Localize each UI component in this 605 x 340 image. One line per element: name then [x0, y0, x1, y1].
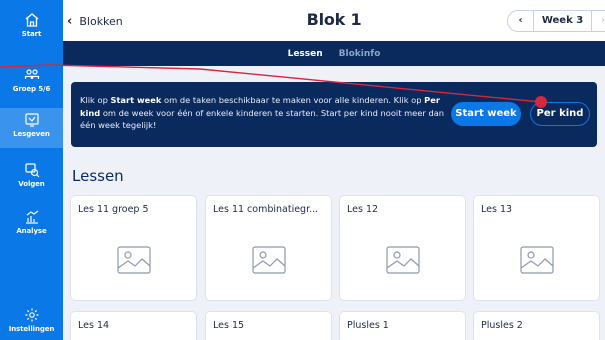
image-placeholder-icon	[386, 246, 420, 274]
lesson-card-title: Les 13	[481, 204, 513, 215]
top-bar: ‹ Blokken Blok 1 ‹ Week 3 ›	[63, 0, 605, 41]
week-label: Week 3	[534, 11, 592, 31]
sidebar-item-instellingen[interactable]: Instellingen	[0, 303, 63, 340]
sidebar: Start Groep 5/6 Lesgeven Volgen Analyse …	[0, 0, 63, 340]
sidebar-item-analyse[interactable]: Analyse	[0, 205, 63, 243]
sidebar-item-volgen[interactable]: Volgen	[0, 158, 63, 196]
lesson-card[interactable]: Les 11 groep 5	[71, 196, 196, 300]
lesson-card-title: Les 15	[213, 320, 245, 331]
tab-lessen[interactable]: Lessen	[280, 49, 331, 59]
lesson-card-title: Les 12	[347, 204, 379, 215]
sidebar-item-start[interactable]: Start	[0, 8, 63, 46]
lesson-card[interactable]: Les 13	[474, 196, 599, 300]
lessen-heading: Lessen	[72, 167, 124, 185]
home-icon	[25, 13, 38, 27]
sidebar-item-label: Start	[21, 30, 42, 38]
banner-text: Klik op Start week om de taken beschikba…	[80, 95, 445, 130]
sidebar-item-label: Volgen	[18, 180, 45, 188]
per-kind-button[interactable]: Per kind	[530, 102, 590, 126]
sidebar-item-label: Lesgeven	[13, 130, 50, 138]
lesson-card-title: Les 11 combinatiegr...	[213, 204, 319, 215]
lesson-card-title: Plusles 1	[347, 320, 389, 331]
lesson-card-title: Les 11 groep 5	[78, 204, 149, 215]
image-placeholder-icon	[252, 246, 286, 274]
analysis-icon	[25, 210, 38, 224]
lesson-card[interactable]: Les 14	[71, 312, 196, 340]
gear-icon	[25, 308, 38, 322]
sidebar-item-label: Instellingen	[8, 325, 55, 333]
week-navigator: ‹ Week 3 ›	[507, 10, 605, 32]
sidebar-item-groep[interactable]: Groep 5/6	[0, 63, 63, 101]
start-week-banner: Klik op Start week om de taken beschikba…	[71, 82, 597, 147]
previous-week-button[interactable]: ‹	[508, 11, 534, 31]
next-week-button[interactable]: ›	[592, 11, 605, 31]
lesson-card[interactable]: Les 12	[340, 196, 465, 300]
follow-icon	[24, 163, 39, 178]
tab-blokinfo[interactable]: Blokinfo	[331, 49, 389, 59]
lesson-card-title: Les 14	[78, 320, 110, 331]
sidebar-item-label: Groep 5/6	[12, 85, 51, 93]
lesson-card[interactable]: Plusles 2	[474, 312, 599, 340]
sidebar-item-lesgeven[interactable]: Lesgeven	[0, 108, 63, 148]
image-placeholder-icon	[117, 246, 151, 274]
group-icon	[24, 69, 39, 79]
lesson-card[interactable]: Plusles 1	[340, 312, 465, 340]
lesson-card[interactable]: Les 15	[206, 312, 331, 340]
sidebar-item-label: Analyse	[16, 227, 47, 235]
tab-bar: Lessen Blokinfo	[63, 41, 605, 66]
lesson-icon	[24, 113, 39, 127]
lesson-card[interactable]: Les 11 combinatiegr...	[206, 196, 331, 300]
start-week-button[interactable]: Start week	[451, 102, 521, 126]
lesson-card-title: Plusles 2	[481, 320, 523, 331]
image-placeholder-icon	[520, 246, 554, 274]
